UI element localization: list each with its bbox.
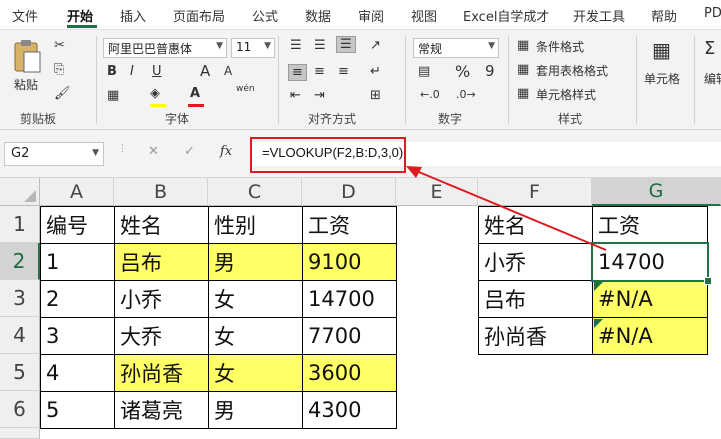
- annotation-arrow: [406, 166, 607, 251]
